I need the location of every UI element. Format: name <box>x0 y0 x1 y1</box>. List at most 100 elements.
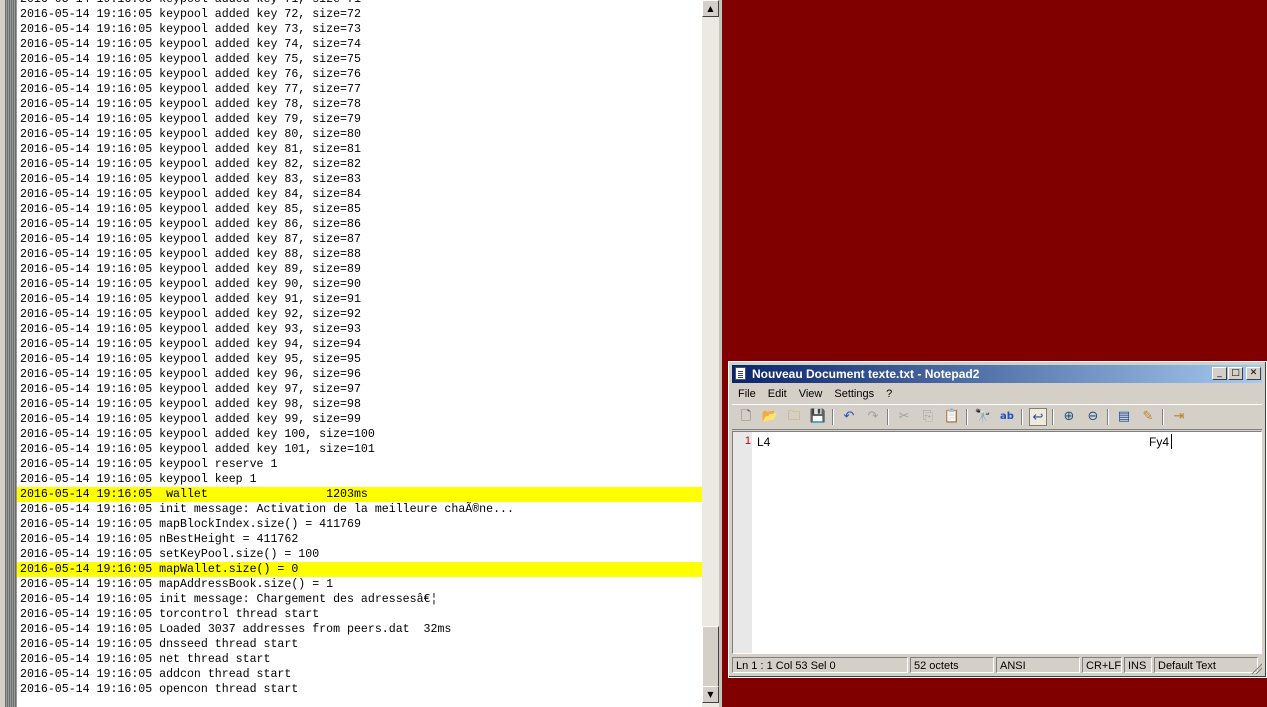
browse-icon[interactable]: 🗀 <box>785 408 803 426</box>
log-line-text: 2016-05-14 19:16:05 keypool added key 80… <box>20 128 361 141</box>
status-position: Ln 1 : 1 Col 53 Sel 0 <box>732 657 908 673</box>
undo-icon[interactable]: ↶ <box>840 408 858 426</box>
log-line-text: 2016-05-14 19:16:05 keypool added key 91… <box>20 293 361 306</box>
log-line-highlighted: 2016-05-14 19:16:05 wallet 1203ms <box>17 487 702 502</box>
menu-settings[interactable]: Settings <box>828 385 880 403</box>
log-line-text: 2016-05-14 19:16:05 keypool added key 96… <box>20 368 361 381</box>
open-icon[interactable]: 📂 <box>761 408 779 426</box>
find-icon[interactable]: 🔭 <box>974 408 992 426</box>
scroll-down-button[interactable]: ▼ <box>702 686 719 703</box>
log-line-highlighted: 2016-05-14 19:16:05 mapWallet.size() = 0 <box>17 562 702 577</box>
log-line: 2016-05-14 19:16:05 keypool added key 85… <box>17 202 702 217</box>
copy-icon[interactable]: ⎘ <box>919 408 937 426</box>
status-line-endings[interactable]: CR+LF <box>1082 657 1122 673</box>
scroll-up-button[interactable]: ▲ <box>702 0 719 17</box>
log-line-text: 2016-05-14 19:16:05 keypool added key 77… <box>20 83 361 96</box>
log-line: 2016-05-14 19:16:05 mapBlockIndex.size()… <box>17 517 702 532</box>
log-line-text: 2016-05-14 19:16:05 keypool added key 72… <box>20 8 361 21</box>
log-line-text: 2016-05-14 19:16:05 keypool added key 71… <box>20 0 361 6</box>
status-encoding[interactable]: ANSI <box>996 657 1080 673</box>
log-line-text: 2016-05-14 19:16:05 keypool added key 94… <box>20 338 361 351</box>
resize-grip[interactable] <box>1250 662 1262 674</box>
log-line: 2016-05-14 19:16:05 keypool reserve 1 <box>17 457 702 472</box>
log-line: 2016-05-14 19:16:05 keypool added key 78… <box>17 97 702 112</box>
log-line-text: 2016-05-14 19:16:05 setKeyPool.size() = … <box>20 548 320 561</box>
cut-icon[interactable]: ✂ <box>895 408 913 426</box>
log-text-area[interactable]: 2016-05-14 19:16:05 keypool added key 71… <box>17 0 702 707</box>
notepad-app-icon[interactable] <box>735 367 746 380</box>
log-vertical-scrollbar[interactable]: ▲ ▼ <box>702 0 719 707</box>
log-line-text: 2016-05-14 19:16:05 mapAddressBook.size(… <box>20 578 334 591</box>
toolbar: 🗋 📂 🗀 💾 ↶ ↷ ✂ ⎘ 📋 🔭 ab ↩ ⊕ ⊖ ▤ ✎ ⇥ <box>732 404 1262 430</box>
log-line: 2016-05-14 19:16:05 keypool added key 74… <box>17 37 702 52</box>
notepad2-window: Nouveau Document texte.txt - Notepad2 _ … <box>728 361 1267 678</box>
editor-area[interactable]: 1 L4 Fy4 <box>732 431 1262 654</box>
status-bar: Ln 1 : 1 Col 53 Sel 0 52 octets ANSI CR+… <box>732 657 1262 674</box>
log-line: 2016-05-14 19:16:05 keypool added key 10… <box>17 442 702 457</box>
maximize-button[interactable]: □ <box>1228 367 1243 380</box>
line-number: 1 <box>744 435 751 447</box>
status-scheme[interactable]: Default Text <box>1154 657 1258 673</box>
log-line: 2016-05-14 19:16:05 keypool added key 79… <box>17 112 702 127</box>
log-line-text: 2016-05-14 19:16:05 keypool added key 90… <box>20 278 361 291</box>
minimize-button[interactable]: _ <box>1212 367 1227 380</box>
log-line: 2016-05-14 19:16:05 keypool added key 82… <box>17 157 702 172</box>
log-line-text: 2016-05-14 19:16:05 keypool added key 95… <box>20 353 361 366</box>
log-line: 2016-05-14 19:16:05 keypool added key 83… <box>17 172 702 187</box>
status-size: 52 octets <box>910 657 994 673</box>
menu-help[interactable]: ? <box>880 385 898 403</box>
word-wrap-icon[interactable]: ↩ <box>1029 408 1047 426</box>
menu-file[interactable]: File <box>732 385 762 403</box>
log-line: 2016-05-14 19:16:05 keypool added key 77… <box>17 82 702 97</box>
log-line: 2016-05-14 19:16:05 keypool added key 10… <box>17 427 702 442</box>
log-line: 2016-05-14 19:16:05 keypool added key 81… <box>17 142 702 157</box>
window-title: Nouveau Document texte.txt - Notepad2 <box>752 367 980 381</box>
new-file-icon[interactable]: 🗋 <box>737 408 755 426</box>
log-line: 2016-05-14 19:16:05 torcontrol thread st… <box>17 607 702 622</box>
log-line-text: 2016-05-14 19:16:05 net thread start <box>20 653 271 666</box>
log-line-text: 2016-05-14 19:16:05 dnsseed thread start <box>20 638 299 651</box>
log-line: 2016-05-14 19:16:05 keypool added key 97… <box>17 382 702 397</box>
scheme-icon[interactable]: ▤ <box>1115 408 1133 426</box>
redo-icon[interactable]: ↷ <box>864 408 882 426</box>
log-line: 2016-05-14 19:16:05 init message: Activa… <box>17 502 702 517</box>
log-line-text: 2016-05-14 19:16:05 keypool added key 76… <box>20 68 361 81</box>
exit-icon[interactable]: ⇥ <box>1170 408 1188 426</box>
replace-icon[interactable]: ab <box>998 408 1016 426</box>
menu-view[interactable]: View <box>793 385 829 403</box>
log-line-text: 2016-05-14 19:16:05 keypool added key 93… <box>20 323 361 336</box>
log-line-text: 2016-05-14 19:16:05 keypool added key 99… <box>20 413 361 426</box>
paste-icon[interactable]: 📋 <box>943 408 961 426</box>
log-line-text: 2016-05-14 19:16:05 init message: Activa… <box>20 503 514 516</box>
log-line: 2016-05-14 19:16:05 net thread start <box>17 652 702 667</box>
scroll-thumb[interactable] <box>702 626 719 688</box>
editor-text-end: Fy4 <box>1149 435 1170 449</box>
log-line: 2016-05-14 19:16:05 mapAddressBook.size(… <box>17 577 702 592</box>
log-line: 2016-05-14 19:16:05 keypool added key 91… <box>17 292 702 307</box>
log-line: 2016-05-14 19:16:05 keypool added key 73… <box>17 22 702 37</box>
menu-bar: File Edit View Settings? <box>732 384 1262 402</box>
title-bar[interactable]: Nouveau Document texte.txt - Notepad2 _ … <box>732 365 1262 383</box>
log-line: 2016-05-14 19:16:05 setKeyPool.size() = … <box>17 547 702 562</box>
log-line: 2016-05-14 19:16:05 nBestHeight = 411762 <box>17 532 702 547</box>
log-line-text: 2016-05-14 19:16:05 keypool added key 10… <box>20 428 375 441</box>
log-line: 2016-05-14 19:16:05 keypool added key 96… <box>17 367 702 382</box>
log-line-text: 2016-05-14 19:16:05 keypool added key 86… <box>20 218 361 231</box>
save-icon[interactable]: 💾 <box>809 408 827 426</box>
close-button[interactable]: ✕ <box>1246 367 1261 380</box>
log-line-text: 2016-05-14 19:16:05 nBestHeight = 411762 <box>20 533 299 546</box>
status-insert-mode[interactable]: INS <box>1124 657 1152 673</box>
log-line: 2016-05-14 19:16:05 opencon thread start <box>17 682 702 697</box>
log-line: 2016-05-14 19:16:05 keypool added key 99… <box>17 412 702 427</box>
customize-icon[interactable]: ✎ <box>1139 408 1157 426</box>
menu-edit[interactable]: Edit <box>762 385 793 403</box>
log-line-text: 2016-05-14 19:16:05 keypool added key 78… <box>20 98 361 111</box>
zoom-out-icon[interactable]: ⊖ <box>1084 408 1102 426</box>
log-line-text: 2016-05-14 19:16:05 keypool added key 82… <box>20 158 361 171</box>
log-line: 2016-05-14 19:16:05 keypool added key 84… <box>17 187 702 202</box>
log-line: 2016-05-14 19:16:05 dnsseed thread start <box>17 637 702 652</box>
log-line: 2016-05-14 19:16:05 keypool added key 76… <box>17 67 702 82</box>
log-line-text: 2016-05-14 19:16:05 wallet 1203ms <box>20 488 368 501</box>
log-line-text: 2016-05-14 19:16:05 keypool added key 73… <box>20 23 361 36</box>
zoom-in-icon[interactable]: ⊕ <box>1060 408 1078 426</box>
